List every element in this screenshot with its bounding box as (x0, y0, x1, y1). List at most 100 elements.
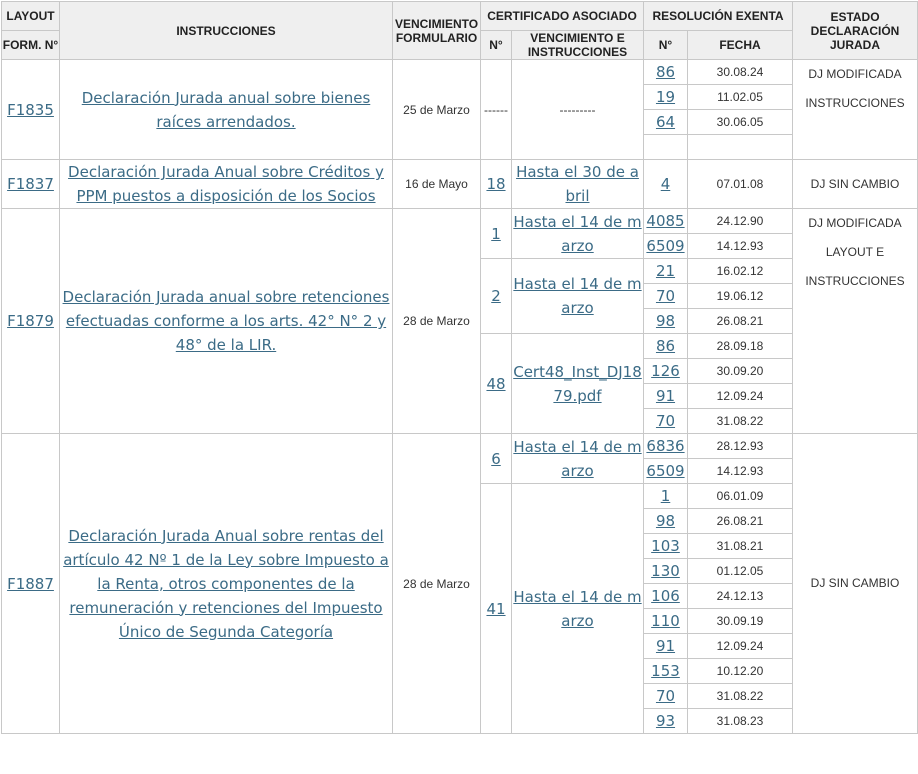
cert-num-cell: 41 (480, 483, 512, 734)
table-row: F1879 Declaración Jurada anual sobre rete… (1, 208, 918, 434)
res-num-link[interactable]: 21 (656, 262, 675, 280)
form-link[interactable]: F1837 (7, 175, 54, 193)
res-fecha-cell: 31.08.21 (687, 533, 793, 559)
res-num-link[interactable]: 64 (656, 113, 675, 131)
form-link[interactable]: F1835 (7, 101, 54, 119)
cert-num-cell: 6 (480, 433, 512, 484)
res-num-link[interactable]: 91 (656, 637, 675, 655)
header-form-num: FORM. N° (1, 30, 60, 60)
cert-num-link[interactable]: 48 (486, 375, 505, 393)
header-instrucciones: INSTRUCCIONES (59, 1, 393, 60)
cert-venc-link[interactable]: Cert48_Inst_DJ1879.pdf (513, 363, 642, 405)
cert-num-link[interactable]: 18 (486, 175, 505, 193)
res-fecha-cell: 11.02.05 (687, 84, 793, 110)
form-link[interactable]: F1879 (7, 312, 54, 330)
res-fecha-cell: 30.06.05 (687, 109, 793, 135)
res-num-link[interactable]: 126 (651, 362, 680, 380)
res-num-cell: 130 (643, 558, 688, 584)
header-cert-venc: VENCIMIENTO E INSTRUCCIONES (511, 30, 644, 60)
res-num-link[interactable]: 1 (661, 487, 671, 505)
res-num-link[interactable]: 86 (656, 63, 675, 81)
cert-venc-link[interactable]: Hasta el 14 de marzo (513, 438, 641, 480)
res-num-link[interactable]: 103 (651, 537, 680, 555)
res-fecha-cell: 24.12.13 (687, 583, 793, 609)
res-num-cell: 86 (643, 59, 688, 85)
res-num-cell: 4 (643, 159, 688, 209)
res-num-cell: 4085 (643, 208, 688, 234)
res-num-cell: 126 (643, 358, 688, 384)
res-fecha-cell: 26.08.21 (687, 308, 793, 334)
res-fecha-cell: 28.12.93 (687, 433, 793, 459)
res-num-cell: 98 (643, 308, 688, 334)
res-num-cell (643, 134, 688, 160)
cert-venc-link[interactable]: Hasta el 14 de marzo (513, 588, 641, 630)
res-num-link[interactable]: 106 (651, 587, 680, 605)
cert-venc-link[interactable]: Hasta el 14 de marzo (513, 213, 641, 255)
header-layout: LAYOUT (1, 1, 60, 31)
cert-venc-link[interactable]: Hasta el 14 de marzo (513, 275, 641, 317)
res-num-link[interactable]: 70 (656, 287, 675, 305)
header-resolucion: RESOLUCIÓN EXENTA (643, 1, 793, 31)
cert-venc-cell: Hasta el 14 de marzo (511, 433, 644, 484)
estado-cell: DJ SIN CAMBIO (792, 159, 918, 209)
res-num-link[interactable]: 93 (656, 712, 675, 730)
res-num-link[interactable]: 86 (656, 337, 675, 355)
res-num-link[interactable]: 70 (656, 687, 675, 705)
instrucciones-link[interactable]: Declaración Jurada Anual sobre Créditos … (68, 163, 384, 205)
res-fecha-cell: 01.12.05 (687, 558, 793, 584)
res-num-link[interactable]: 6509 (646, 462, 684, 480)
res-fecha-cell: 12.09.24 (687, 383, 793, 409)
cert-venc-cell: Hasta el 14 de marzo (511, 258, 644, 334)
res-fecha-cell: 14.12.93 (687, 233, 793, 259)
estado-cell: DJ SIN CAMBIO (792, 433, 918, 734)
res-num-link[interactable]: 6509 (646, 237, 684, 255)
res-num-link[interactable]: 98 (656, 312, 675, 330)
res-fecha-cell: 16.02.12 (687, 258, 793, 284)
cert-num-link[interactable]: 6 (491, 450, 501, 468)
res-fecha-cell: 30.09.20 (687, 358, 793, 384)
form-cell: F1835 (1, 59, 60, 160)
res-num-link[interactable]: 4 (661, 175, 671, 193)
res-num-link[interactable]: 98 (656, 512, 675, 530)
res-num-link[interactable]: 91 (656, 387, 675, 405)
estado-cell: DJ MODIFICADA LAYOUT E INSTRUCCIONES (792, 208, 918, 434)
cert-num-link[interactable]: 41 (486, 600, 505, 618)
header-vencimiento: VENCIMIENTO FORMULARIO (392, 1, 481, 60)
estado-line: DJ SIN CAMBIO (810, 176, 900, 191)
header-res-fecha: FECHA (687, 30, 793, 60)
form-cell: F1837 (1, 159, 60, 209)
cert-num-link[interactable]: 2 (491, 287, 501, 305)
res-num-cell: 70 (643, 683, 688, 709)
cert-venc-link[interactable]: Hasta el 30 de abril (516, 163, 639, 205)
instrucciones-link[interactable]: Declaración Jurada anual sobre bienes ra… (82, 89, 371, 131)
estado-text: DJ SIN CAMBIO (794, 170, 917, 199)
estado-line: DJ MODIFICADA (808, 216, 902, 230)
cert-venc-cell: Cert48_Inst_DJ1879.pdf (511, 333, 644, 434)
res-num-link[interactable]: 110 (651, 612, 680, 630)
res-num-cell: 6509 (643, 458, 688, 484)
res-num-link[interactable]: 19 (656, 88, 675, 106)
cert-venc-cell: --------- (511, 59, 644, 160)
res-num-link[interactable]: 130 (651, 562, 680, 580)
instrucciones-link[interactable]: Declaración Jurada Anual sobre rentas de… (63, 527, 389, 641)
instrucciones-link[interactable]: Declaración Jurada anual sobre retencion… (63, 288, 390, 354)
instrucciones-cell: Declaración Jurada anual sobre retencion… (59, 208, 393, 434)
form-link[interactable]: F1887 (7, 575, 54, 593)
table-row: F1837 Declaración Jurada Anual sobre Créd… (1, 159, 918, 209)
res-num-link[interactable]: 4085 (646, 212, 684, 230)
estado-text: DJ SIN CAMBIO (794, 569, 917, 598)
res-num-link[interactable]: 6836 (646, 437, 684, 455)
res-num-link[interactable]: 70 (656, 412, 675, 430)
res-num-cell: 6509 (643, 233, 688, 259)
cert-num-link[interactable]: 1 (491, 225, 501, 243)
res-fecha-cell: 19.06.12 (687, 283, 793, 309)
res-num-link[interactable]: 153 (651, 662, 680, 680)
form-cell: F1879 (1, 208, 60, 434)
res-num-cell: 70 (643, 283, 688, 309)
res-fecha-cell: 26.08.21 (687, 508, 793, 534)
instrucciones-cell: Declaración Jurada Anual sobre rentas de… (59, 433, 393, 734)
res-num-cell: 1 (643, 483, 688, 509)
declaraciones-table: LAYOUT INSTRUCCIONES VENCIMIENTO FORMULA… (1, 1, 918, 734)
cert-venc-cell: Hasta el 30 de abril (511, 159, 644, 209)
res-num-cell: 98 (643, 508, 688, 534)
